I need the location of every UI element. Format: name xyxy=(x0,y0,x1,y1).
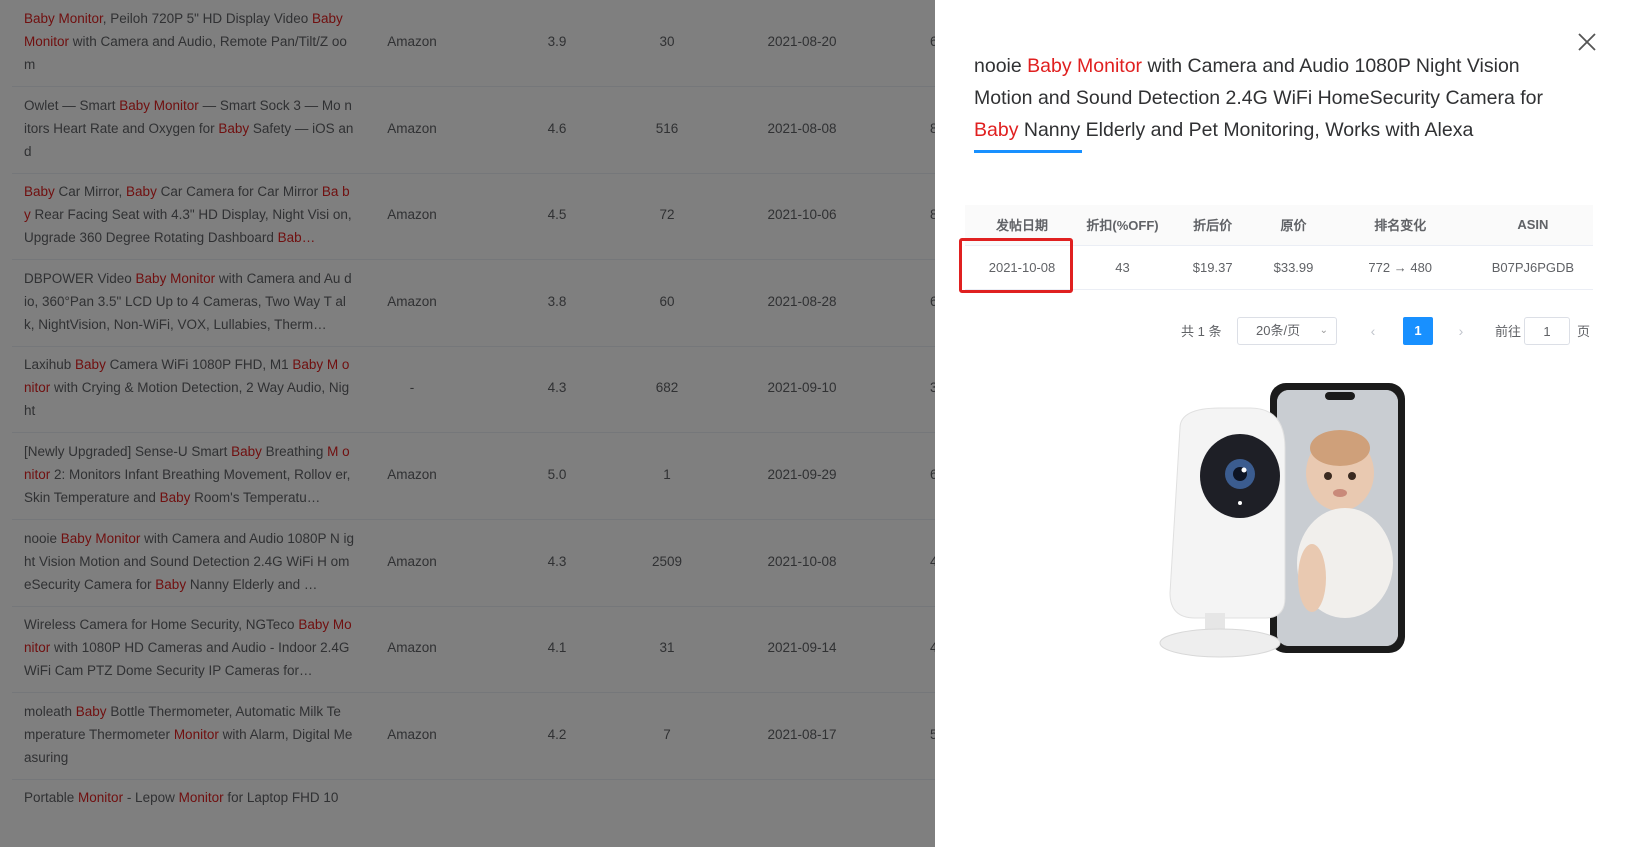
product-title: nooie Baby Monitor with Camera and Audio… xyxy=(974,50,1544,146)
header-asin: ASIN xyxy=(1472,205,1593,245)
product-image xyxy=(1140,378,1413,676)
product-detail-drawer: nooie Baby Monitor with Camera and Audio… xyxy=(935,0,1629,847)
table-header-row: 发帖日期 折扣(%OFF) 折后价 原价 排名变化 ASIN xyxy=(965,205,1593,245)
close-icon[interactable] xyxy=(1575,30,1599,54)
pagination-total: 共 1 条 xyxy=(1181,324,1222,339)
goto-label: 前往 xyxy=(1495,324,1522,339)
cell-discount: 43 xyxy=(1078,244,1167,290)
cell-asin: B07PJ6PGDB xyxy=(1472,244,1593,290)
header-rank-change: 排名变化 xyxy=(1327,205,1473,245)
page-size-select[interactable]: 20条/页 ⌄ xyxy=(1237,317,1337,345)
cell-price-after: $19.37 xyxy=(1166,244,1260,290)
page-size-value: 20条/页 xyxy=(1256,323,1301,338)
page-number-current[interactable]: 1 xyxy=(1403,317,1433,345)
pagination: 共 1 条 20条/页 ⌄ ‹ 1 › 前往 页 xyxy=(935,315,1595,345)
goto-page-input[interactable] xyxy=(1524,317,1570,345)
drawer-overlay-mask[interactable] xyxy=(0,0,935,847)
title-keyword-highlight: Baby Monitor xyxy=(1027,55,1143,77)
title-text: nooie xyxy=(974,55,1028,77)
cell-date: 2021-10-08 xyxy=(965,244,1079,290)
page-unit-label: 页 xyxy=(1577,324,1591,339)
price-history-table: 发帖日期 折扣(%OFF) 折后价 原价 排名变化 ASIN 2021-10-0… xyxy=(965,205,1593,290)
title-text: Nanny Elderly and Pet Monitoring, Works … xyxy=(1018,119,1474,141)
chevron-down-icon: ⌄ xyxy=(1319,325,1328,336)
table-row: 2021-10-08 43 $19.37 $33.99 772 → 480 B0… xyxy=(965,244,1593,290)
header-post-date: 发帖日期 xyxy=(965,205,1079,245)
cell-price-orig: $33.99 xyxy=(1259,244,1328,290)
header-price-orig: 原价 xyxy=(1259,205,1328,245)
header-price-after: 折后价 xyxy=(1166,205,1260,245)
cell-rank-change: 772 → 480 xyxy=(1327,244,1473,290)
title-underline xyxy=(974,150,1082,153)
header-discount: 折扣(%OFF) xyxy=(1078,205,1167,245)
prev-page-button[interactable]: ‹ xyxy=(1359,317,1387,345)
next-page-button[interactable]: › xyxy=(1447,317,1475,345)
title-keyword-highlight: Baby xyxy=(974,119,1019,141)
